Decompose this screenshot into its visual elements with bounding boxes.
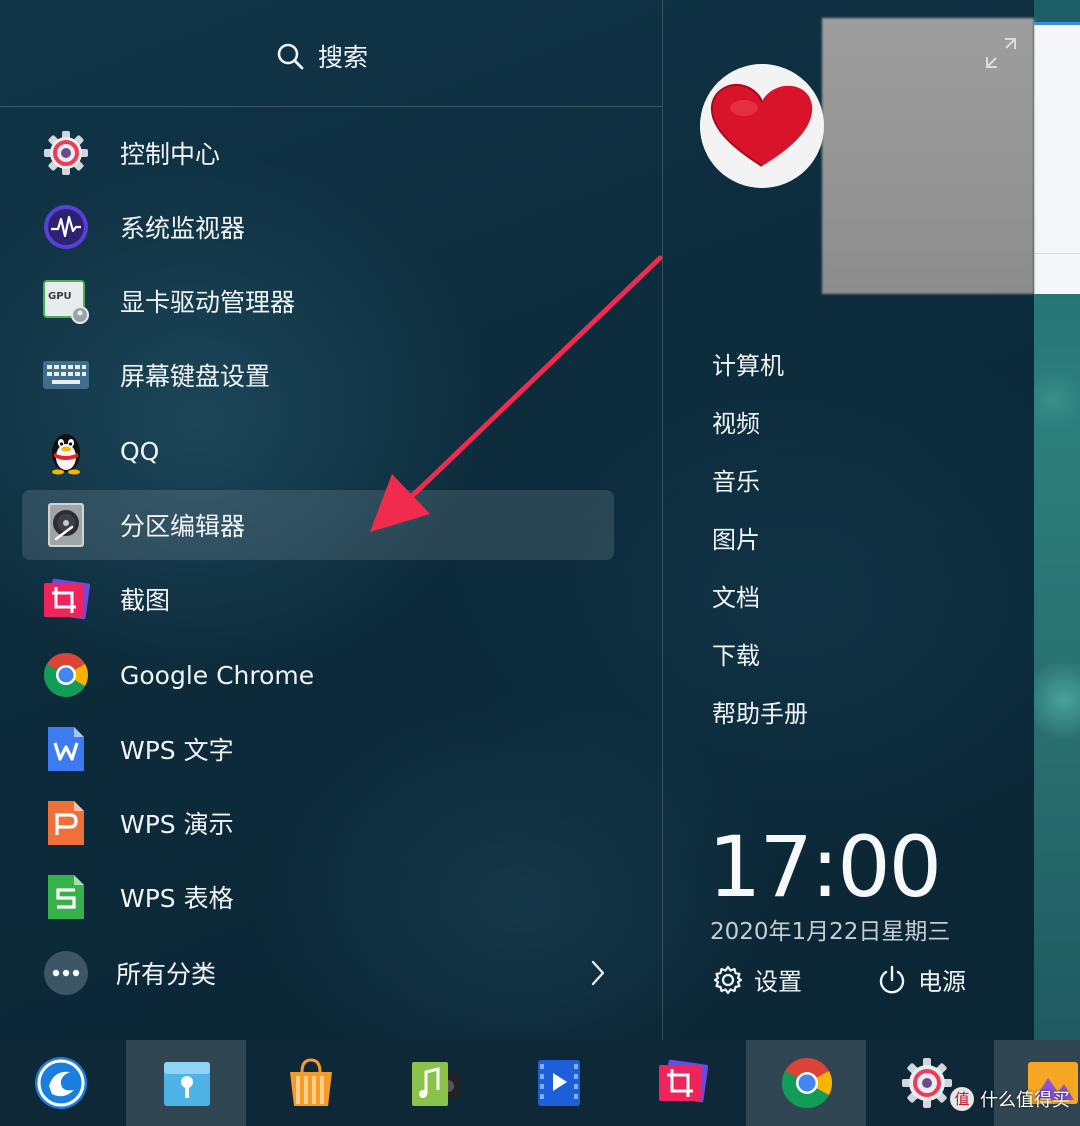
dock-chrome[interactable]: [746, 1040, 866, 1126]
dock-screenshot[interactable]: [622, 1040, 742, 1126]
movie-icon: [538, 1060, 580, 1106]
control-center-icon: [902, 1058, 952, 1108]
dock-control-center[interactable]: [870, 1040, 990, 1126]
launcher-menu: 搜索 控制中心 系统监视器 GPU 显卡驱动管理器 屏幕键盘设置 QQ 分区编辑…: [0, 0, 1034, 1040]
file-manager-icon: [164, 1062, 210, 1106]
app-store-icon: [290, 1058, 332, 1106]
annotation-arrow: [370, 255, 663, 532]
dock-app-store[interactable]: [250, 1040, 370, 1126]
music-icon: [412, 1062, 462, 1106]
dock-image-viewer[interactable]: [994, 1040, 1080, 1126]
dock-movie[interactable]: [498, 1040, 618, 1126]
dock-launcher[interactable]: [2, 1040, 122, 1126]
dock-music[interactable]: [374, 1040, 494, 1126]
chrome-icon: [781, 1058, 833, 1109]
watermark: 值 什么值得买: [950, 1086, 1070, 1112]
dock: [0, 1040, 1080, 1126]
watermark-text: 什么值得买: [980, 1090, 1070, 1111]
launcher-icon: [35, 1057, 87, 1109]
background-window: [1034, 22, 1080, 294]
watermark-badge: 值: [950, 1087, 974, 1111]
dock-file-manager[interactable]: [126, 1040, 246, 1126]
background-window-divider: [1034, 253, 1080, 254]
screenshot-icon: [659, 1059, 709, 1103]
